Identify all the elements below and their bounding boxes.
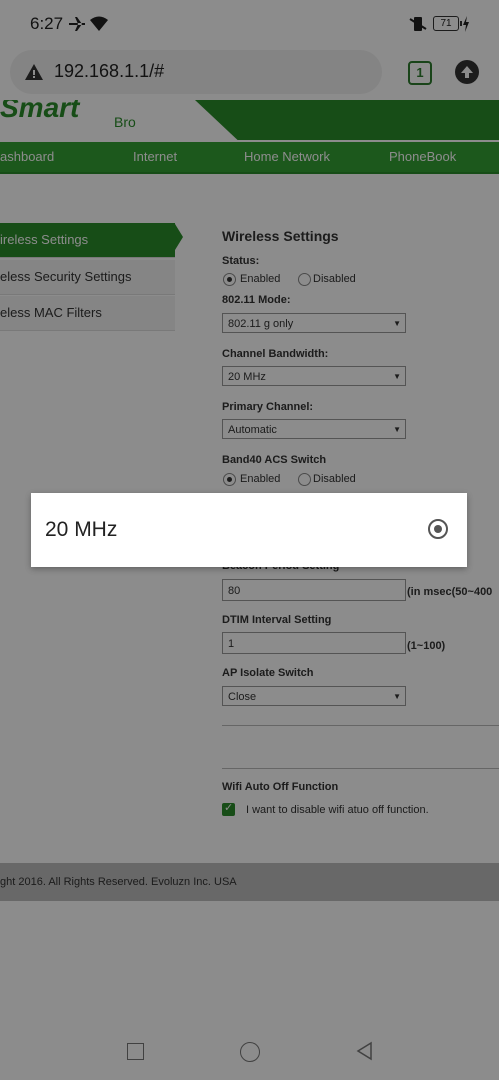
- dialog-option-label[interactable]: 20 MHz: [45, 518, 117, 542]
- select-dialog: 20 MHz: [31, 493, 467, 567]
- dialog-option-radio[interactable]: [428, 519, 448, 539]
